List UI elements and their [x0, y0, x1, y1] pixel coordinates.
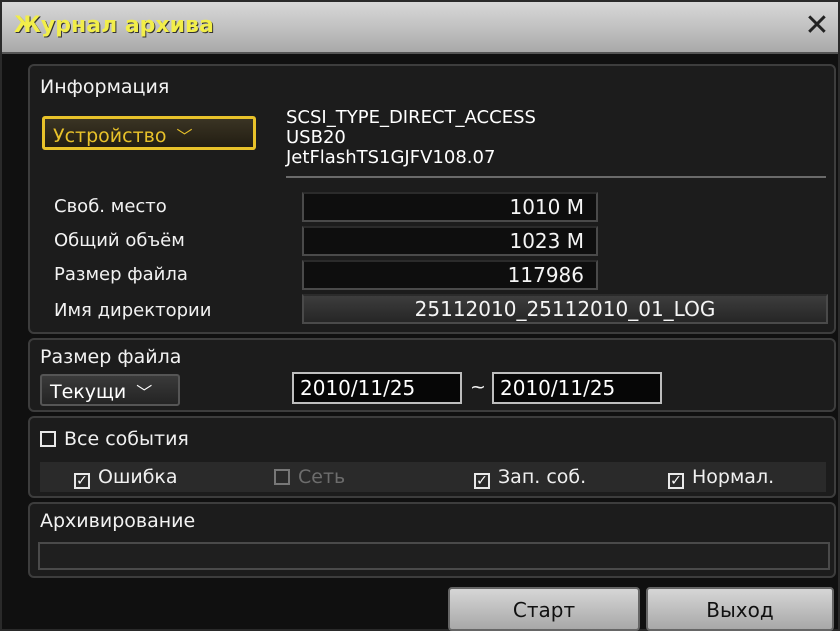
device-type: SCSI_TYPE_DIRECT_ACCESS	[286, 107, 536, 128]
checkbox-icon	[40, 431, 56, 447]
free-space-label: Своб. место	[54, 196, 167, 217]
event-normal-checkbox[interactable]: ✓ Нормал.	[668, 466, 774, 489]
directory-name-value: 25112010_25112010_01_LOG	[302, 294, 828, 324]
archive-progress-bar	[38, 542, 830, 570]
info-section-label: Информация	[40, 76, 170, 98]
check-icon: ✓	[74, 473, 90, 489]
event-network-label: Сеть	[298, 466, 346, 488]
info-panel: Информация Устройство ﹀ SCSI_TYPE_DIRECT_…	[28, 64, 836, 334]
exit-button[interactable]: Выход	[646, 587, 834, 631]
close-icon[interactable]: ✕	[802, 11, 832, 42]
date-from-field[interactable]: 2010/11/25	[292, 372, 462, 404]
title-bar: Журнал архива ✕	[2, 2, 838, 54]
device-bus: USB20	[286, 127, 346, 148]
all-events-checkbox[interactable]: Все события	[40, 428, 189, 450]
event-error-checkbox[interactable]: ✓ Ошибка	[74, 466, 178, 489]
file-size-label: Размер файла	[54, 264, 188, 285]
date-to-field[interactable]: 2010/11/25	[492, 372, 662, 404]
range-section-label: Размер файла	[40, 346, 182, 368]
date-range-separator: ~	[470, 376, 486, 398]
all-events-label: Все события	[64, 428, 189, 450]
chevron-down-icon: ﹀	[136, 383, 153, 402]
window-title: Журнал архива	[14, 13, 214, 38]
info-divider	[286, 176, 826, 178]
events-panel: Все события ✓ Ошибка Сеть ✓ Зап. соб. ✓ Нор…	[28, 416, 836, 498]
start-button[interactable]: Старт	[448, 587, 640, 631]
device-model: JetFlashTS1GJFV108.07	[286, 147, 496, 168]
device-dropdown[interactable]: Устройство ﹀	[42, 116, 256, 150]
range-panel: Размер файла Текущи ﹀ 2010/11/25 ~ 2010/1…	[28, 338, 836, 412]
device-dropdown-label: Устройство	[53, 125, 167, 147]
check-icon: ✓	[474, 473, 490, 489]
checkbox-icon	[274, 469, 290, 485]
free-space-value: 1010 M	[302, 192, 598, 222]
event-types-row: ✓ Ошибка Сеть ✓ Зап. соб. ✓ Нормал.	[40, 462, 826, 492]
event-network-checkbox: Сеть	[274, 466, 345, 488]
file-size-value: 117986	[302, 260, 598, 290]
directory-name-label: Имя директории	[54, 300, 212, 321]
total-size-label: Общий объём	[54, 230, 185, 251]
archive-log-window: Журнал архива ✕ Информация Устройство ﹀ S…	[0, 0, 840, 631]
range-mode-dropdown[interactable]: Текущи ﹀	[40, 374, 180, 406]
archive-section-label: Архивирование	[40, 510, 196, 532]
event-record-checkbox[interactable]: ✓ Зап. соб.	[474, 466, 586, 489]
event-error-label: Ошибка	[98, 466, 178, 488]
range-mode-label: Текущи	[50, 381, 127, 403]
event-normal-label: Нормал.	[692, 466, 775, 488]
total-size-value: 1023 M	[302, 226, 598, 256]
chevron-down-icon: ﹀	[176, 127, 193, 146]
event-record-label: Зап. соб.	[498, 466, 587, 488]
device-info: SCSI_TYPE_DIRECT_ACCESS USB20 JetFlashTS…	[286, 108, 536, 168]
check-icon: ✓	[668, 473, 684, 489]
